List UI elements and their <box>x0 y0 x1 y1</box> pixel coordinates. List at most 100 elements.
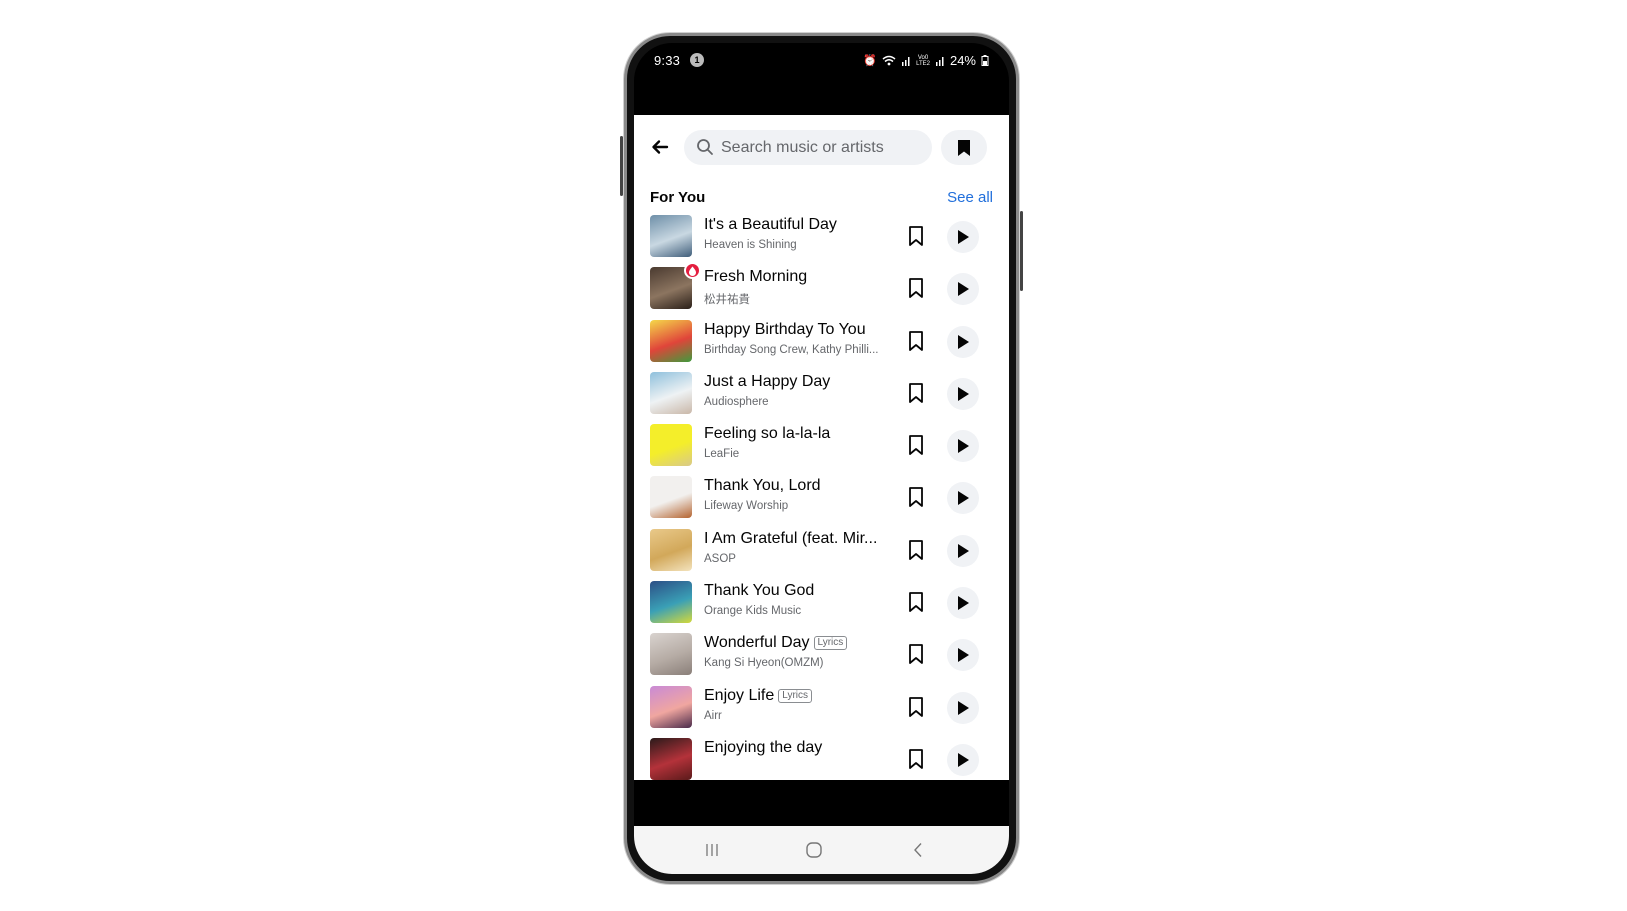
play-preview-button[interactable] <box>947 430 979 463</box>
song-artist: Kang Si Hyeon(OMZM) <box>704 657 824 670</box>
play-preview-button[interactable] <box>947 482 979 515</box>
screen: 9:33 1 ⏰ Vo0 LTE2 24% Search music or ar… <box>634 43 1009 874</box>
song-row[interactable]: Feeling so la-la-la LeaFie <box>634 424 1009 476</box>
song-title: Wonderful Day <box>704 634 810 652</box>
play-icon <box>958 282 969 297</box>
notification-count-badge: 1 <box>690 53 704 67</box>
lyrics-tag: Lyrics <box>813 636 848 651</box>
play-preview-button[interactable] <box>947 691 979 724</box>
search-input[interactable] <box>721 130 926 165</box>
home-button[interactable] <box>802 838 826 862</box>
bookmark-outline-icon <box>909 696 923 717</box>
song-title-line: Enjoy Life Lyrics <box>704 686 813 705</box>
section-title: For You <box>650 189 706 206</box>
nav-back-button[interactable] <box>906 838 930 862</box>
bookmark-outline-icon <box>909 278 923 299</box>
save-song-button[interactable] <box>906 748 926 770</box>
song-row[interactable]: Thank You, Lord Lifeway Worship <box>634 476 1009 528</box>
song-artist: Heaven is Shining <box>704 239 797 251</box>
save-song-button[interactable] <box>906 225 926 247</box>
save-song-button[interactable] <box>906 330 926 352</box>
status-time: 9:33 <box>654 53 681 68</box>
song-title: Fresh Morning <box>704 268 808 286</box>
song-title: Feeling so la-la-la <box>704 425 831 443</box>
search-bar[interactable] <box>684 130 932 165</box>
recent-apps-icon <box>706 844 718 856</box>
phone-frame: 9:33 1 ⏰ Vo0 LTE2 24% Search music or ar… <box>620 33 1023 884</box>
music-picker-screen: For You See all It's a Beautiful Day Hea… <box>634 115 1009 780</box>
play-icon <box>958 648 969 663</box>
save-song-button[interactable] <box>906 434 926 456</box>
signal-icon <box>935 56 944 66</box>
save-song-button[interactable] <box>906 591 926 613</box>
song-title: Thank You God <box>704 582 815 600</box>
song-title-line: Fresh Morning <box>704 268 807 286</box>
saved-music-button[interactable] <box>941 130 987 165</box>
play-icon <box>958 334 969 349</box>
wifi-icon <box>882 55 896 66</box>
play-preview-button[interactable] <box>947 221 979 253</box>
song-row[interactable]: Just a Happy Day Audiosphere <box>634 371 1009 424</box>
album-art <box>650 737 692 780</box>
song-list: It's a Beautiful Day Heaven is Shining F… <box>634 215 1009 780</box>
lyrics-tag: Lyrics <box>778 688 813 703</box>
play-preview-button[interactable] <box>947 639 979 672</box>
song-artist: Orange Kids Music <box>704 605 802 618</box>
save-song-button[interactable] <box>906 486 926 508</box>
song-artist: Birthday Song Crew, Kathy Philli... <box>704 343 879 356</box>
song-row[interactable]: Fresh Morning 松井祐貴 <box>634 262 1009 319</box>
play-icon <box>958 700 969 715</box>
status-icons: ⏰ Vo0 LTE2 24% <box>863 53 989 68</box>
save-song-button[interactable] <box>906 643 926 665</box>
song-row[interactable]: Enjoy Life Lyrics Airr <box>634 685 1009 738</box>
song-row[interactable]: I Am Grateful (feat. Mir... ASOP <box>634 528 1009 581</box>
arrow-left-icon <box>652 140 669 154</box>
play-preview-button[interactable] <box>947 587 979 620</box>
save-song-button[interactable] <box>906 277 926 299</box>
album-art <box>650 424 692 467</box>
song-title-line: Feeling so la-la-la <box>704 425 830 443</box>
song-artist: Lifeway Worship <box>704 500 789 513</box>
play-preview-button[interactable] <box>947 325 979 358</box>
play-preview-button[interactable] <box>947 377 979 410</box>
song-title: Enjoy Life <box>704 686 775 704</box>
song-title-line: Thank You, Lord <box>704 477 821 495</box>
play-icon <box>958 596 969 611</box>
power-button <box>1020 211 1023 291</box>
home-icon <box>806 842 822 858</box>
play-preview-button[interactable] <box>947 273 979 306</box>
song-row[interactable]: It's a Beautiful Day Heaven is Shining <box>634 215 1009 267</box>
song-row[interactable]: Thank You God Orange Kids Music <box>634 581 1009 633</box>
play-icon <box>958 439 969 454</box>
song-title: Thank You, Lord <box>704 477 821 495</box>
signal-icon <box>902 56 910 66</box>
song-title-line: I Am Grateful (feat. Mir... <box>704 530 877 548</box>
status-bar: 9:33 1 ⏰ Vo0 LTE2 24% <box>634 43 1009 75</box>
song-row[interactable]: Enjoying the day <box>634 737 1009 780</box>
search-icon <box>697 139 713 155</box>
for-you-section-header: For You See all <box>650 189 993 209</box>
song-title-line: Enjoying the day <box>704 739 822 757</box>
see-all-link[interactable]: See all <box>947 189 993 206</box>
album-art <box>650 319 692 362</box>
play-preview-button[interactable] <box>947 743 979 776</box>
bookmark-outline-icon <box>909 487 923 508</box>
save-song-button[interactable] <box>906 382 926 404</box>
back-button[interactable] <box>648 135 672 159</box>
play-preview-button[interactable] <box>947 534 979 567</box>
song-artist: Airr <box>704 709 722 722</box>
album-art <box>650 633 692 676</box>
album-art <box>650 685 692 728</box>
song-row[interactable]: Happy Birthday To You Birthday Song Crew… <box>634 319 1009 372</box>
song-artist: ASOP <box>704 552 736 565</box>
album-art <box>650 581 692 624</box>
trending-badge <box>684 262 701 280</box>
song-title-line: Wonderful Day Lyrics <box>704 634 848 652</box>
save-song-button[interactable] <box>906 696 926 718</box>
song-row[interactable]: Wonderful Day Lyrics Kang Si Hyeon(OMZM) <box>634 633 1009 685</box>
battery-percent: 24% <box>949 53 976 68</box>
recent-apps-button[interactable] <box>700 838 724 862</box>
system-nav-bar <box>634 826 1009 874</box>
volte-lte2-icon: Vo0 LTE2 <box>916 54 930 67</box>
save-song-button[interactable] <box>906 539 926 561</box>
